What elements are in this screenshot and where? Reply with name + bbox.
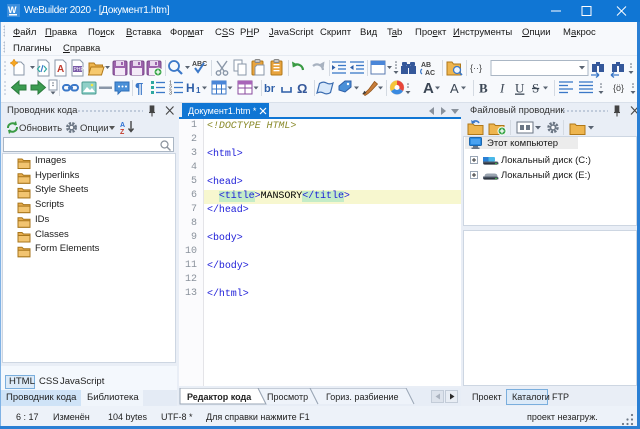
svg-text:{ö}: {ö} <box>613 83 624 93</box>
svg-text:Z: Z <box>120 129 125 135</box>
svg-text:PHP: PHP <box>74 67 85 73</box>
svg-text:{··}: {··} <box>470 63 482 73</box>
svg-text:A: A <box>450 81 459 96</box>
svg-text:1: 1 <box>196 86 201 95</box>
svg-text:H: H <box>186 81 195 95</box>
svg-text:S: S <box>532 81 539 96</box>
svg-text:A: A <box>120 122 125 129</box>
svg-text:I: I <box>499 81 505 96</box>
svg-text:3: 3 <box>169 91 172 97</box>
svg-text:A: A <box>423 80 434 97</box>
svg-text:A: A <box>57 64 64 75</box>
svg-text:ABC: ABC <box>192 61 207 68</box>
svg-text:W: W <box>8 5 17 15</box>
svg-text:Ω: Ω <box>297 81 307 96</box>
svg-text:AB: AB <box>421 62 431 69</box>
svg-text:¶: ¶ <box>135 80 143 97</box>
svg-text:br: br <box>264 83 276 95</box>
svg-text:B: B <box>479 81 488 96</box>
svg-text:U: U <box>515 81 525 96</box>
